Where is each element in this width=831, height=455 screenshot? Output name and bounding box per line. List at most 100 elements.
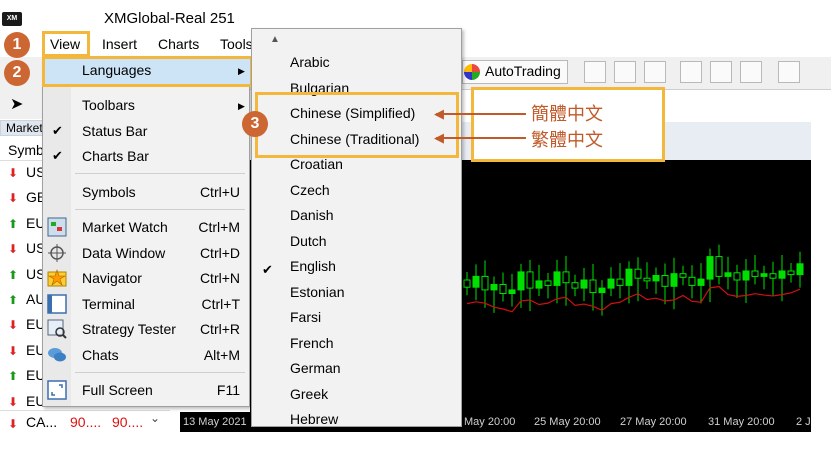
moving-average-line — [466, 285, 801, 313]
candle-body — [742, 270, 750, 281]
menu-item-symbols[interactable]: Symbols — [82, 184, 136, 200]
candlestick-chart-icon[interactable] — [614, 61, 636, 83]
candle-body — [778, 270, 786, 279]
menu-item-toolbars[interactable]: Toolbars — [82, 97, 135, 113]
candle-body — [463, 279, 471, 288]
language-item[interactable]: Estonian — [290, 284, 344, 300]
menu-item-navigator[interactable]: Navigator — [82, 270, 142, 286]
zoom-out-icon[interactable] — [710, 61, 732, 83]
candle-body — [697, 278, 705, 286]
candle-body — [616, 278, 624, 286]
language-item[interactable]: Hebrew — [290, 411, 338, 427]
bar-chart-icon[interactable] — [584, 61, 606, 83]
candle-body — [652, 275, 660, 282]
symbol-column-header[interactable]: Symb — [8, 142, 44, 158]
menu-item-status-bar[interactable]: Status Bar — [82, 123, 147, 139]
candle-body — [607, 278, 615, 289]
callout-arrow-traditional — [436, 137, 526, 139]
shortcut-label: Alt+M — [203, 347, 240, 363]
full-screen-icon — [47, 380, 67, 400]
chinese-highlight-box — [255, 92, 459, 158]
language-item[interactable]: Danish — [290, 207, 334, 223]
language-item[interactable]: Greek — [290, 386, 328, 402]
candle-body — [634, 268, 642, 279]
chart-shift-icon[interactable] — [778, 61, 800, 83]
candle-body — [535, 280, 543, 289]
menu-item-charts-bar[interactable]: Charts Bar — [82, 148, 149, 164]
step-badge-1: 1 — [4, 32, 30, 58]
candle-body — [517, 271, 525, 291]
candle-body — [508, 289, 516, 294]
window-title: XMGlobal-Real 251 — [104, 10, 235, 27]
languages-highlight-box — [42, 56, 253, 87]
candle-body — [796, 263, 804, 276]
step-badge-3: 3 — [242, 111, 268, 137]
line-chart-icon[interactable] — [644, 61, 666, 83]
shortcut-label: Ctrl+M — [198, 219, 240, 235]
menu-item-terminal[interactable]: Terminal — [82, 296, 135, 312]
language-item[interactable]: Farsi — [290, 309, 321, 325]
arrow-head-icon: ◀ — [434, 106, 444, 121]
bid-cell: 90.... — [70, 414, 102, 430]
candle-body — [787, 270, 795, 276]
language-item[interactable]: Croatian — [290, 156, 343, 172]
menu-item-chats[interactable]: Chats — [82, 347, 119, 363]
callout-simplified: 簡體中文 — [531, 104, 603, 125]
chevron-down-icon[interactable]: ⌄ — [145, 408, 165, 428]
language-item[interactable]: Arabic — [290, 54, 330, 70]
checkmark-icon: ✔ — [262, 262, 273, 277]
menu-insert[interactable]: Insert — [102, 36, 137, 52]
shortcut-label: Ctrl+U — [199, 184, 240, 200]
candle-body — [562, 271, 570, 284]
menu-tools[interactable]: Tools — [220, 36, 253, 52]
shortcut-label: Ctrl+T — [201, 296, 241, 312]
menu-item-data-window[interactable]: Data Window — [82, 245, 165, 261]
submenu-arrow-icon: ▶ — [238, 101, 245, 111]
shortcut-label: Ctrl+N — [199, 270, 240, 286]
languages-submenu — [251, 28, 462, 427]
autotrading-label: AutoTrading — [485, 63, 561, 79]
axis-label: 13 May 2021 — [183, 416, 247, 428]
candle-body — [589, 279, 597, 294]
checkmark-icon: ✔ — [52, 123, 63, 138]
candle-body — [571, 282, 579, 289]
candle-body — [625, 268, 633, 286]
down-arrow-icon: ⬇ — [8, 417, 19, 431]
shortcut-label: Ctrl+D — [199, 245, 240, 261]
menu-item-market-watch[interactable]: Market Watch — [82, 219, 168, 235]
candle-body — [598, 287, 606, 294]
language-item[interactable]: German — [290, 360, 341, 376]
axis-label: 31 May 20:00 — [708, 416, 775, 428]
menu-item-full-screen[interactable]: Full Screen — [82, 382, 153, 398]
candle-body — [724, 272, 732, 277]
view-highlight-box — [42, 31, 90, 57]
checkmark-icon: ✔ — [52, 148, 63, 163]
candle-body — [526, 271, 534, 289]
candle-body — [481, 275, 489, 291]
language-item[interactable]: French — [290, 335, 334, 351]
up-arrow-icon: ⬆ — [8, 216, 19, 231]
axis-label: 27 May 20:00 — [620, 416, 687, 428]
axis-label: 2 J — [796, 416, 811, 428]
menu-separator — [75, 173, 245, 174]
scroll-up-icon[interactable]: ▲ — [270, 34, 280, 45]
strategy-tester-icon — [47, 319, 67, 339]
language-item[interactable]: Dutch — [290, 233, 327, 249]
menu-separator — [75, 209, 245, 210]
shortcut-label: F11 — [216, 382, 240, 398]
market-watch-icon — [47, 217, 67, 237]
tile-windows-icon[interactable] — [740, 61, 762, 83]
zoom-in-icon[interactable] — [680, 61, 702, 83]
language-item[interactable]: English — [290, 258, 336, 274]
navigator-icon — [47, 269, 67, 287]
candle-body — [769, 273, 777, 279]
candle-body — [643, 277, 651, 282]
menu-charts[interactable]: Charts — [158, 36, 199, 52]
down-arrow-icon: ⬇ — [8, 394, 19, 409]
cursor-tool-icon[interactable]: ➤ — [10, 94, 23, 114]
language-item[interactable]: Czech — [290, 182, 330, 198]
autotrading-icon — [464, 64, 480, 80]
chats-icon — [48, 348, 66, 362]
candle-body — [679, 273, 687, 278]
menu-item-strategy-tester[interactable]: Strategy Tester — [82, 321, 176, 337]
